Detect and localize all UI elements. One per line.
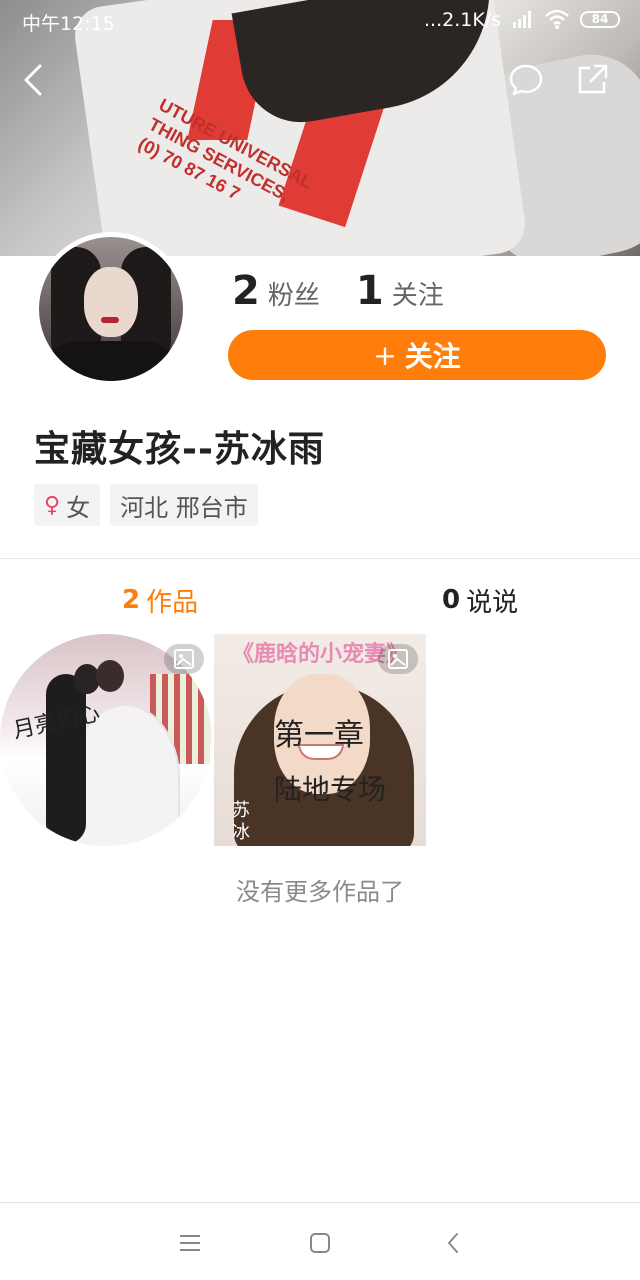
status-bar: 中午12:15 ...2.1K/s 84 — [0, 0, 640, 40]
profile-stats: 2 粉丝 1 关注 — [232, 268, 480, 318]
gender-tag: ♀ 女 — [34, 484, 101, 526]
signal-icon — [513, 11, 531, 28]
home-icon[interactable] — [306, 1229, 334, 1257]
status-time: 中午12:15 — [22, 13, 115, 35]
plus-icon: + — [373, 338, 397, 372]
works-count: 2 — [122, 585, 141, 615]
divider — [0, 558, 640, 559]
profile-name: 宝藏女孩--苏冰雨 — [34, 429, 325, 470]
work-chapter: 第一章 — [274, 718, 364, 753]
image-type-badge — [164, 644, 204, 674]
avatar-face — [84, 267, 138, 337]
menu-icon[interactable] — [176, 1229, 204, 1257]
works-label: 作品 — [146, 587, 199, 618]
follow-button[interactable]: + 关注 — [228, 330, 606, 380]
location-tag: 河北 邢台市 — [110, 484, 258, 526]
work-thumbnail[interactable]: 《鹿晗的小宠妻》 第一章 陆地专场 苏冰 — [214, 634, 426, 846]
posts-label: 说说 — [466, 587, 519, 618]
fans-count[interactable]: 2 — [232, 268, 260, 314]
profile-tags: ♀ 女 河北 邢台市 — [34, 484, 258, 526]
avatar-body — [39, 341, 183, 381]
back-nav-icon[interactable] — [440, 1229, 468, 1257]
wifi-icon — [545, 9, 569, 29]
status-network-speed: ...2.1K/s — [424, 9, 502, 31]
image-type-badge — [378, 644, 418, 674]
work-subtitle: 陆地专场 — [274, 773, 387, 806]
avatar-lips — [101, 317, 119, 323]
avatar[interactable] — [34, 232, 188, 386]
no-more-works-text: 没有更多作品了 — [236, 878, 404, 906]
work-image-head — [96, 660, 124, 692]
picture-icon — [174, 649, 194, 669]
following-count[interactable]: 1 — [356, 268, 384, 314]
follow-button-label: 关注 — [404, 340, 461, 373]
gender-text: 女 — [66, 493, 91, 522]
following-label[interactable]: 关注 — [392, 275, 444, 312]
picture-icon — [388, 649, 408, 669]
fans-label[interactable]: 粉丝 — [268, 275, 320, 312]
female-icon: ♀ — [44, 492, 61, 518]
message-icon[interactable] — [508, 62, 544, 98]
avatar-photo — [39, 237, 183, 381]
share-icon[interactable] — [574, 62, 610, 98]
tab-works[interactable]: 2 作品 — [122, 580, 198, 620]
system-nav-bar — [0, 1202, 640, 1280]
posts-count: 0 — [442, 585, 461, 615]
location-text: 河北 邢台市 — [120, 493, 248, 522]
work-side-text: 苏冰 — [232, 800, 250, 843]
battery-icon: 84 — [580, 11, 620, 28]
tab-posts[interactable]: 0 说说 — [442, 580, 518, 620]
back-icon[interactable] — [18, 62, 54, 98]
work-thumbnail[interactable]: 月亮如心 — [0, 634, 212, 846]
